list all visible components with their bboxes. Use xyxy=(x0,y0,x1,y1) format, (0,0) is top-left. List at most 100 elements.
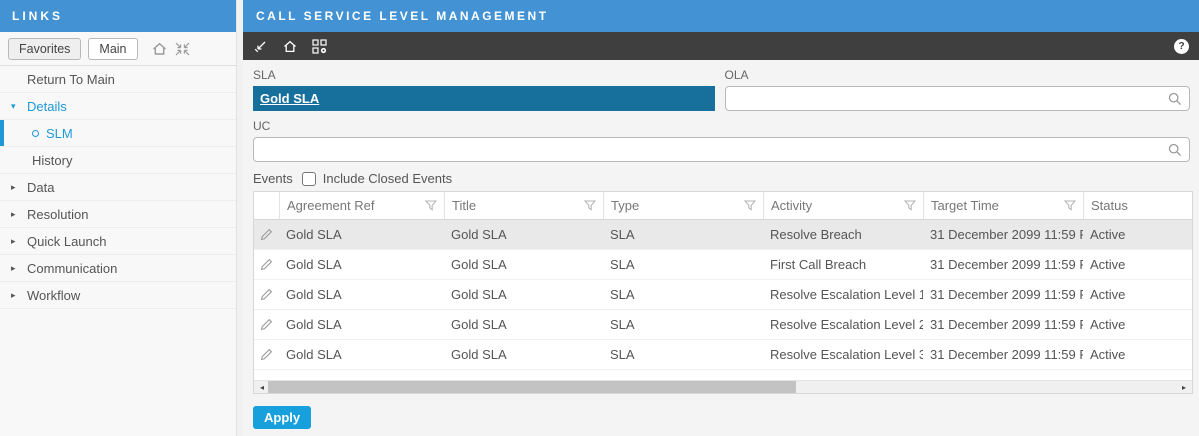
column-header-status[interactable]: Status xyxy=(1083,192,1192,219)
bullet-icon xyxy=(32,130,39,137)
cell-target-time: 31 December 2099 11:59 PM xyxy=(923,220,1083,249)
cell-target-time: 31 December 2099 11:59 PM xyxy=(923,310,1083,339)
cell-type: SLA xyxy=(603,280,763,309)
events-table: Agreement Ref Title Type Activity xyxy=(253,191,1193,394)
app-window: LINKS Favorites Main Return To Main xyxy=(0,0,1199,436)
home-icon[interactable] xyxy=(151,41,168,57)
column-header-activity[interactable]: Activity xyxy=(763,192,923,219)
cell-type: SLA xyxy=(603,340,763,369)
cell-agreement-ref: Gold SLA xyxy=(279,310,444,339)
edit-pencil-icon[interactable] xyxy=(254,310,279,339)
apply-button[interactable]: Apply xyxy=(253,406,311,429)
tab-favorites[interactable]: Favorites xyxy=(8,38,81,60)
uc-field xyxy=(253,137,1190,162)
edit-pencil-icon[interactable] xyxy=(254,220,279,249)
cell-agreement-ref: Gold SLA xyxy=(279,340,444,369)
edit-pencil-icon[interactable] xyxy=(254,250,279,279)
main-panel: CALL SERVICE LEVEL MANAGEMENT xyxy=(243,0,1199,436)
include-closed-events-checkbox[interactable] xyxy=(302,172,316,186)
column-header-title[interactable]: Title xyxy=(444,192,603,219)
sidebar-item-label: Data xyxy=(27,180,54,195)
sidebar-item-return-to-main[interactable]: Return To Main xyxy=(0,66,236,93)
dock-arrow-icon[interactable] xyxy=(253,39,268,54)
scrollbar-thumb[interactable] xyxy=(268,381,796,393)
table-header: Agreement Ref Title Type Activity xyxy=(254,192,1192,220)
cell-title: Gold SLA xyxy=(444,310,603,339)
sidebar-item-details[interactable]: ▾ Details xyxy=(0,93,236,120)
filter-icon[interactable] xyxy=(425,200,437,211)
include-closed-events-label: Include Closed Events xyxy=(323,171,452,186)
cell-type: SLA xyxy=(603,310,763,339)
sidebar-item-communication[interactable]: ▸ Communication xyxy=(0,255,236,282)
events-label: Events xyxy=(253,171,293,186)
widgets-grid-icon[interactable] xyxy=(312,39,327,54)
cell-status: Active xyxy=(1083,280,1192,309)
edit-column-header xyxy=(254,192,279,219)
cell-title: Gold SLA xyxy=(444,250,603,279)
column-header-type[interactable]: Type xyxy=(603,192,763,219)
ola-label: OLA xyxy=(725,68,1191,82)
sidebar-item-resolution[interactable]: ▸ Resolution xyxy=(0,201,236,228)
cell-target-time: 31 December 2099 11:59 PM xyxy=(923,340,1083,369)
column-header-target-time[interactable]: Target Time xyxy=(923,192,1083,219)
sidebar-nav: Return To Main ▾ Details SLM History ▸ D… xyxy=(0,66,236,436)
table-row[interactable]: Gold SLA Gold SLA SLA Resolve Breach 31 … xyxy=(254,220,1192,250)
cell-activity: Resolve Escalation Level 1 xyxy=(763,280,923,309)
sidebar-tabs: Favorites Main xyxy=(0,32,236,66)
cell-activity: First Call Breach xyxy=(763,250,923,279)
cell-target-time: 31 December 2099 11:59 PM xyxy=(923,250,1083,279)
page-title: CALL SERVICE LEVEL MANAGEMENT xyxy=(243,0,1199,32)
ola-input[interactable] xyxy=(726,87,1169,110)
cell-target-time: 31 December 2099 11:59 PM xyxy=(923,280,1083,309)
sidebar-item-slm[interactable]: SLM xyxy=(0,120,236,147)
sidebar-item-label: Communication xyxy=(27,261,117,276)
scroll-left-icon[interactable]: ◂ xyxy=(256,381,268,393)
sidebar-item-label: History xyxy=(32,153,72,168)
home-icon[interactable] xyxy=(282,39,298,54)
scroll-right-icon[interactable]: ▸ xyxy=(1178,381,1190,393)
links-sidebar: LINKS Favorites Main Return To Main xyxy=(0,0,237,436)
search-icon[interactable] xyxy=(1168,143,1182,157)
help-icon[interactable]: ? xyxy=(1174,39,1189,54)
sidebar-item-label: Resolution xyxy=(27,207,88,222)
filter-icon[interactable] xyxy=(1064,200,1076,211)
sla-field[interactable]: Gold SLA xyxy=(253,86,715,111)
chevron-right-icon: ▸ xyxy=(11,290,19,301)
sidebar-item-data[interactable]: ▸ Data xyxy=(0,174,236,201)
table-row[interactable]: Gold SLA Gold SLA SLA First Call Breach … xyxy=(254,250,1192,280)
sidebar-item-history[interactable]: History xyxy=(0,147,236,174)
sla-value-link[interactable]: Gold SLA xyxy=(260,91,319,106)
table-row[interactable]: Gold SLA Gold SLA SLA Resolve Escalation… xyxy=(254,340,1192,370)
horizontal-scrollbar[interactable]: ◂ ▸ xyxy=(254,380,1192,393)
tab-main[interactable]: Main xyxy=(88,38,137,60)
column-header-agreement-ref[interactable]: Agreement Ref xyxy=(279,192,444,219)
search-icon[interactable] xyxy=(1168,92,1182,106)
cell-status: Active xyxy=(1083,220,1192,249)
table-empty-space xyxy=(254,370,1192,380)
chevron-right-icon: ▸ xyxy=(11,182,19,193)
ola-field xyxy=(725,86,1191,111)
sidebar-item-quick-launch[interactable]: ▸ Quick Launch xyxy=(0,228,236,255)
toolbar: ? xyxy=(243,32,1199,60)
cell-activity: Resolve Escalation Level 2 xyxy=(763,310,923,339)
edit-pencil-icon[interactable] xyxy=(254,340,279,369)
filter-icon[interactable] xyxy=(584,200,596,211)
cell-title: Gold SLA xyxy=(444,220,603,249)
uc-input[interactable] xyxy=(254,138,1168,161)
chevron-right-icon: ▸ xyxy=(11,209,19,220)
table-row[interactable]: Gold SLA Gold SLA SLA Resolve Escalation… xyxy=(254,310,1192,340)
sidebar-item-label: Return To Main xyxy=(27,72,115,87)
sidebar-item-label: Details xyxy=(27,99,67,114)
filter-icon[interactable] xyxy=(904,200,916,211)
table-row[interactable]: Gold SLA Gold SLA SLA Resolve Escalation… xyxy=(254,280,1192,310)
cell-status: Active xyxy=(1083,310,1192,339)
sidebar-item-workflow[interactable]: ▸ Workflow xyxy=(0,282,236,309)
cell-activity: Resolve Breach xyxy=(763,220,923,249)
collapse-all-icon[interactable] xyxy=(174,41,191,57)
uc-label: UC xyxy=(253,119,1190,133)
sidebar-item-label: Workflow xyxy=(27,288,80,303)
edit-pencil-icon[interactable] xyxy=(254,280,279,309)
filter-icon[interactable] xyxy=(744,200,756,211)
sidebar-title: LINKS xyxy=(0,0,236,32)
cell-activity: Resolve Escalation Level 3 xyxy=(763,340,923,369)
